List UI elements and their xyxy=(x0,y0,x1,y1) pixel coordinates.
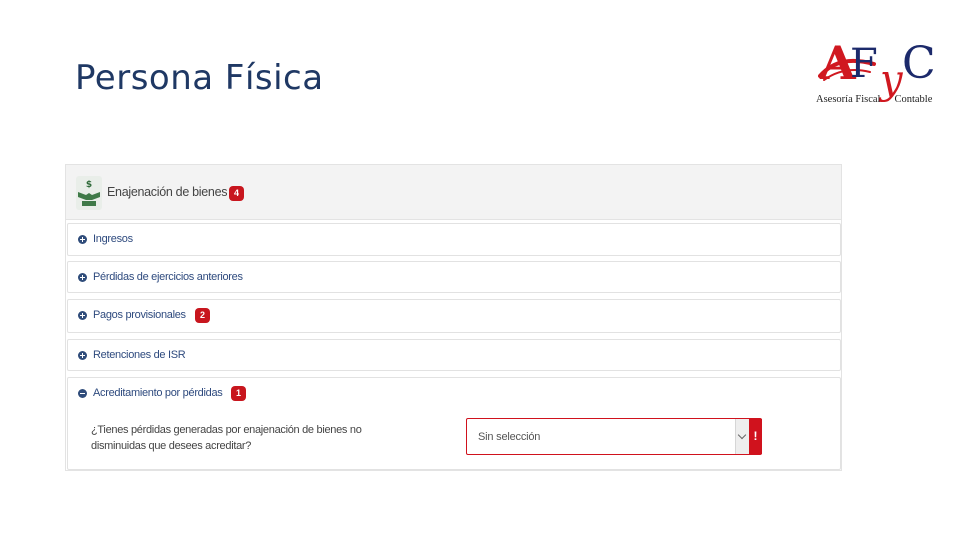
expand-plus-icon[interactable] xyxy=(78,311,87,320)
money-handshake-icon: $ xyxy=(76,176,102,210)
enajenacion-panel: $ Enajenación de bienes 4 Ingresos Pérdi… xyxy=(65,164,842,471)
accordion-item-acreditamiento[interactable]: Acreditamiento por pérdidas 1 ¿Tienes pé… xyxy=(67,377,841,470)
item-badge: 1 xyxy=(231,386,246,401)
accordion-label[interactable]: Pérdidas de ejercicios anteriores xyxy=(93,271,243,283)
accordion-item-retenciones-isr[interactable]: Retenciones de ISR xyxy=(67,339,841,371)
accordion-label[interactable]: Acreditamiento por pérdidas xyxy=(93,387,223,399)
logo-letter-c: C xyxy=(902,38,936,89)
logo-subtitle-right: Contable xyxy=(894,94,933,105)
question-text: ¿Tienes pérdidas generadas por enajenaci… xyxy=(91,422,371,454)
select-value[interactable]: Sin selección xyxy=(478,431,540,443)
accordion-item-perdidas-ejercicios[interactable]: Pérdidas de ejercicios anteriores xyxy=(67,261,841,293)
afyc-logo: A F y C Asesoría Fiscal Contable xyxy=(812,38,940,122)
chevron-down-icon[interactable] xyxy=(735,419,749,454)
panel-header[interactable]: $ Enajenación de bienes 4 xyxy=(66,165,841,220)
logo-letters: A F y C xyxy=(818,38,942,100)
logo-letter-f: F xyxy=(850,41,878,87)
question-line-1: ¿Tienes pérdidas generadas por enajenaci… xyxy=(91,424,362,436)
logo-subtitle-left: Asesoría Fiscal xyxy=(816,94,881,105)
logo-subtitle: Asesoría Fiscal Contable xyxy=(816,94,932,105)
accordion-item-pagos-provisionales[interactable]: Pagos provisionales 2 xyxy=(67,299,841,333)
collapse-minus-icon[interactable] xyxy=(78,389,87,398)
accordion-label[interactable]: Ingresos xyxy=(93,233,133,245)
panel-title: Enajenación de bienes xyxy=(107,185,228,199)
accordion-label[interactable]: Retenciones de ISR xyxy=(93,349,186,361)
accordion-item-ingresos[interactable]: Ingresos xyxy=(67,223,841,256)
expand-plus-icon[interactable] xyxy=(78,351,87,360)
expand-plus-icon[interactable] xyxy=(78,273,87,282)
perdidas-select[interactable]: Sin selección ! xyxy=(466,418,762,455)
panel-badge: 4 xyxy=(229,186,244,201)
question-line-2: disminuidas que desees acreditar? xyxy=(91,440,252,452)
required-alert-icon: ! xyxy=(749,419,762,454)
slide-title: Persona Física xyxy=(75,58,324,98)
svg-text:$: $ xyxy=(86,180,92,190)
item-badge: 2 xyxy=(195,308,210,323)
expand-plus-icon[interactable] xyxy=(78,235,87,244)
accordion-label[interactable]: Pagos provisionales xyxy=(93,309,186,321)
